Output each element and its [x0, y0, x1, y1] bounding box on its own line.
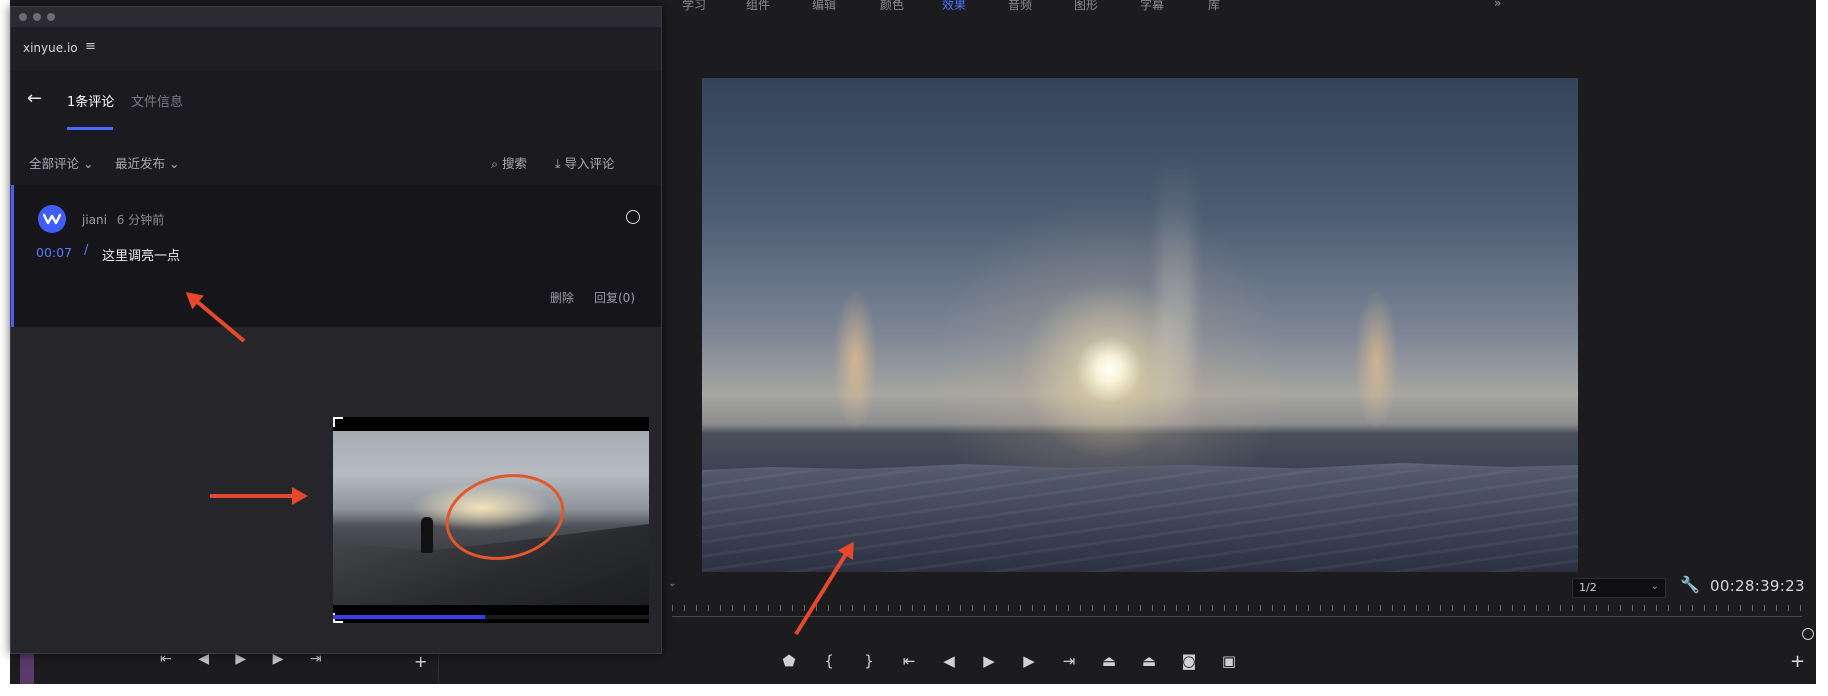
resolve-circle-icon[interactable] [626, 210, 640, 224]
chevron-down-icon[interactable]: ⌄ [668, 578, 676, 589]
comment-card[interactable]: jiani 6 分钟前 00:07 / 这里调亮一点 删除 回复(0) [11, 185, 661, 327]
workspace-tab-graphics[interactable]: 图形 [1074, 0, 1098, 13]
workspace-tab-learn[interactable]: 学习 [682, 0, 706, 13]
crop-corner-icon [333, 417, 343, 427]
filter-all-comments[interactable]: 全部评论 ⌄ [29, 153, 93, 172]
search-button[interactable]: ⌕ 搜索 [491, 153, 527, 172]
tab-file-info[interactable]: 文件信息 [131, 91, 183, 110]
workspace-tab-edit[interactable]: 编辑 [812, 0, 836, 13]
go-to-out-icon[interactable]: ⇥ [1058, 652, 1080, 670]
comment-author: jiani [82, 213, 107, 227]
chevron-down-icon: ⌄ [1650, 581, 1659, 592]
wrench-settings-icon[interactable]: 🔧 [1680, 575, 1700, 594]
workspace-tab-audio[interactable]: 音频 [1008, 0, 1032, 13]
program-monitor-frame [702, 78, 1578, 572]
playback-resolution-select[interactable]: 1/2 ⌄ [1572, 578, 1666, 598]
play-icon[interactable]: ▶ [978, 652, 1000, 670]
chevron-down-icon: ⌄ [83, 156, 94, 171]
playhead-timecode[interactable]: 00:28:39:23 [1710, 577, 1805, 595]
import-comments-label: 导入评论 [564, 156, 615, 171]
person-silhouette [421, 517, 433, 553]
avatar [38, 205, 66, 233]
add-button-icon[interactable]: + [414, 652, 427, 671]
search-label: 搜索 [502, 156, 528, 171]
zoom-window-icon[interactable] [47, 13, 55, 21]
comment-text: 这里调亮一点 [102, 249, 181, 264]
comment-filters: 全部评论 ⌄ 最近发布 ⌄ ⌕ 搜索 ⤓ 导入评论 [11, 133, 661, 185]
add-button-icon[interactable]: + [1790, 651, 1805, 672]
workspace-tab-libraries[interactable]: 库 [1208, 0, 1220, 13]
annotation-arrow [210, 487, 308, 505]
export-frame-icon[interactable]: ◙ [1178, 652, 1200, 670]
comment-panel: xinyue.io ≡ ← 1条评论 文件信息 全部评论 ⌄ 最近发布 ⌄ ⌕ … [10, 6, 662, 654]
workspace-tab-captions[interactable]: 字幕 [1140, 0, 1164, 13]
tab-comments[interactable]: 1条评论 [67, 91, 114, 110]
import-comments-button[interactable]: ⤓ 导入评论 [555, 153, 615, 172]
filter-all-comments-label: 全部评论 [29, 156, 80, 171]
add-marker-icon[interactable]: ⬟ [778, 652, 800, 670]
go-to-in-icon[interactable]: ⇤ [898, 652, 920, 670]
download-icon: ⤓ [555, 156, 561, 171]
sort-latest[interactable]: 最近发布 ⌄ [115, 153, 179, 172]
hamburger-icon[interactable]: ≡ [85, 39, 96, 54]
workspace-tab-effects[interactable]: 效果 [942, 0, 966, 13]
reply-button[interactable]: 回复(0) [594, 289, 635, 306]
sort-latest-label: 最近发布 [115, 156, 166, 171]
close-window-icon[interactable] [19, 13, 27, 21]
step-back-icon[interactable]: ◀ [938, 652, 960, 670]
extract-icon[interactable]: ⏏ [1138, 652, 1160, 670]
lift-icon[interactable]: ⏏ [1098, 652, 1120, 670]
brand-name: xinyue.io [23, 41, 78, 55]
annotated-frame-preview[interactable] [333, 417, 649, 623]
sun-pillar [1158, 158, 1194, 458]
comparison-view-icon[interactable]: ▣ [1218, 652, 1240, 670]
workspace-tab-assembly[interactable]: 组件 [746, 0, 770, 13]
pen-icon: / [84, 243, 89, 258]
mark-in-icon[interactable]: { [818, 652, 840, 670]
comment-meta: jiani 6 分钟前 [82, 211, 164, 228]
workspace-menu: 学习 组件 编辑 颜色 效果 音频 图形 字幕 库 » [670, 0, 1810, 13]
logo-mark-icon [43, 213, 61, 225]
transport-controls: ⬟ { } ⇤ ◀ ▶ ▶ ⇥ ⏏ ⏏ ◙ ▣ [778, 648, 1258, 674]
panel-header: xinyue.io ≡ [11, 27, 661, 71]
ruler-baseline [672, 616, 1802, 617]
resolution-value: 1/2 [1579, 581, 1597, 594]
comment-timecode[interactable]: 00:07 [36, 245, 72, 260]
active-tab-indicator [67, 127, 113, 130]
back-arrow-icon[interactable]: ← [27, 88, 42, 109]
delete-button[interactable]: 删除 [550, 289, 574, 306]
more-workspaces-icon[interactable]: » [1494, 0, 1501, 10]
panel-tabs: ← 1条评论 文件信息 [11, 71, 661, 134]
scrub-end-handle[interactable] [1802, 628, 1814, 640]
minimize-window-icon[interactable] [33, 13, 41, 21]
mark-out-icon[interactable]: } [858, 652, 880, 670]
window-titlebar[interactable] [11, 7, 661, 27]
timeline-ruler[interactable] [672, 605, 1802, 623]
step-forward-icon[interactable]: ▶ [1018, 652, 1040, 670]
search-icon: ⌕ [491, 156, 499, 171]
comment-time: 6 分钟前 [116, 213, 165, 227]
frame-image [333, 431, 649, 605]
preview-progress-fill [333, 615, 485, 619]
workspace-tab-color[interactable]: 颜色 [880, 0, 904, 13]
snowfield [702, 470, 1578, 572]
chevron-down-icon: ⌄ [169, 156, 180, 171]
